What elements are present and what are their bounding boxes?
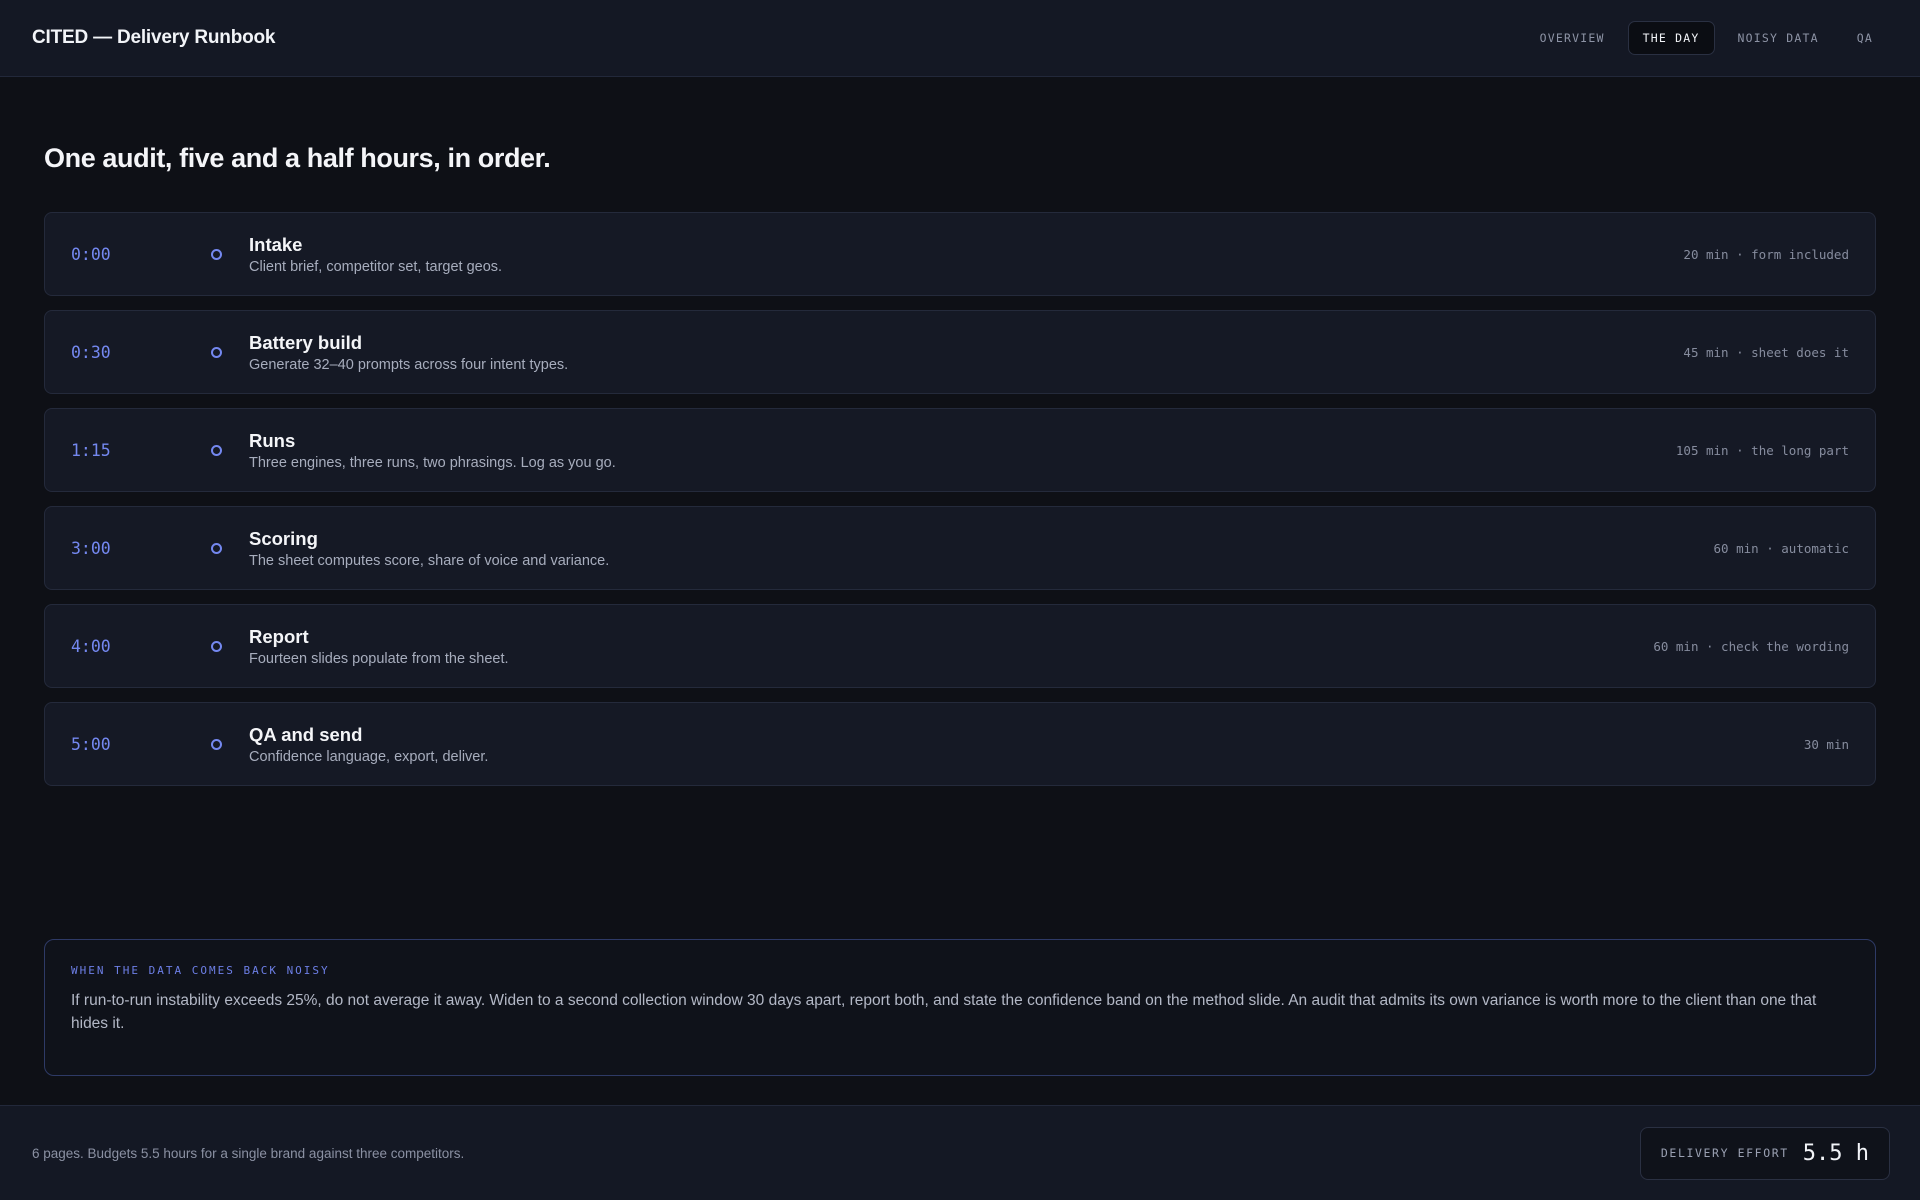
step-description: The sheet computes score, share of voice… xyxy=(249,552,610,569)
effort-label: DELIVERY EFFORT xyxy=(1660,1146,1789,1160)
step-text: QA and send Confidence language, export,… xyxy=(249,724,1804,765)
tab-noisy-data[interactable]: NOISY DATA xyxy=(1723,21,1834,55)
step-text: Scoring The sheet computes score, share … xyxy=(249,528,1714,569)
step-meta: 30 min xyxy=(1803,736,1849,752)
timeline-step-battery-build: 0:30 Battery build Generate 32–40 prompt… xyxy=(44,310,1876,394)
step-meta: 20 min · form included xyxy=(1683,246,1849,262)
step-time: 5:00 xyxy=(71,734,111,754)
step-meta: 60 min · automatic xyxy=(1713,540,1849,556)
footer-bar: 6 pages. Budgets 5.5 hours for a single … xyxy=(0,1105,1920,1200)
step-title: Battery build xyxy=(249,331,363,353)
noisy-data-callout: WHEN THE DATA COMES BACK NOISY If run-to… xyxy=(44,939,1876,1076)
tab-qa[interactable]: QA xyxy=(1842,21,1888,55)
delivery-effort-badge: DELIVERY EFFORT 5.5 h xyxy=(1639,1126,1890,1180)
step-description: Fourteen slides populate from the sheet. xyxy=(249,650,509,667)
step-time: 3:00 xyxy=(71,538,111,558)
timeline-step-runs: 1:15 Runs Three engines, three runs, two… xyxy=(44,408,1876,492)
step-title: Report xyxy=(249,625,309,647)
timeline-dot-icon xyxy=(211,738,222,750)
step-text: Report Fourteen slides populate from the… xyxy=(249,626,1653,667)
step-text: Intake Client brief, competitor set, tar… xyxy=(249,234,1683,275)
step-meta: 105 min · the long part xyxy=(1675,442,1849,458)
callout-label: WHEN THE DATA COMES BACK NOISY xyxy=(71,964,330,977)
step-description: Three engines, three runs, two phrasings… xyxy=(249,454,616,471)
timeline-dot-icon xyxy=(211,444,222,456)
step-title: Scoring xyxy=(249,527,318,549)
main-content: One audit, five and a half hours, in ord… xyxy=(44,77,1876,786)
step-meta: 60 min · check the wording xyxy=(1653,638,1849,654)
tab-the-day[interactable]: THE DAY xyxy=(1627,21,1715,55)
effort-value: 5.5 h xyxy=(1802,1140,1869,1166)
step-text: Runs Three engines, three runs, two phra… xyxy=(249,430,1676,471)
step-time: 4:00 xyxy=(71,636,111,656)
timeline: 0:00 Intake Client brief, competitor set… xyxy=(44,212,1876,786)
callout-body: If run-to-run instability exceeds 25%, d… xyxy=(71,992,1817,1032)
main-nav: OVERVIEW THE DAY NOISY DATA QA xyxy=(1525,21,1888,55)
timeline-step-report: 4:00 Report Fourteen slides populate fro… xyxy=(44,604,1876,688)
step-title: QA and send xyxy=(249,723,363,745)
timeline-step-intake: 0:00 Intake Client brief, competitor set… xyxy=(44,212,1876,296)
timeline-step-qa-and-send: 5:00 QA and send Confidence language, ex… xyxy=(44,702,1876,786)
step-time: 0:30 xyxy=(71,342,111,362)
timeline-dot-icon xyxy=(211,542,222,554)
page-title: One audit, five and a half hours, in ord… xyxy=(44,143,551,173)
timeline-dot-icon xyxy=(211,248,222,260)
step-title: Runs xyxy=(249,429,296,451)
app-title: CITED — Delivery Runbook xyxy=(32,27,276,48)
step-description: Confidence language, export, deliver. xyxy=(249,748,489,765)
step-description: Generate 32–40 prompts across four inten… xyxy=(249,356,569,373)
timeline-step-scoring: 3:00 Scoring The sheet computes score, s… xyxy=(44,506,1876,590)
step-title: Intake xyxy=(249,233,303,255)
step-description: Client brief, competitor set, target geo… xyxy=(249,258,503,275)
step-text: Battery build Generate 32–40 prompts acr… xyxy=(249,332,1683,373)
footer-note: 6 pages. Budgets 5.5 hours for a single … xyxy=(32,1145,465,1161)
top-bar: CITED — Delivery Runbook OVERVIEW THE DA… xyxy=(0,0,1920,77)
timeline-dot-icon xyxy=(211,346,222,358)
step-meta: 45 min · sheet does it xyxy=(1683,344,1849,360)
step-time: 0:00 xyxy=(71,244,111,264)
tab-overview[interactable]: OVERVIEW xyxy=(1525,21,1620,55)
timeline-dot-icon xyxy=(211,640,222,652)
step-time: 1:15 xyxy=(71,440,111,460)
